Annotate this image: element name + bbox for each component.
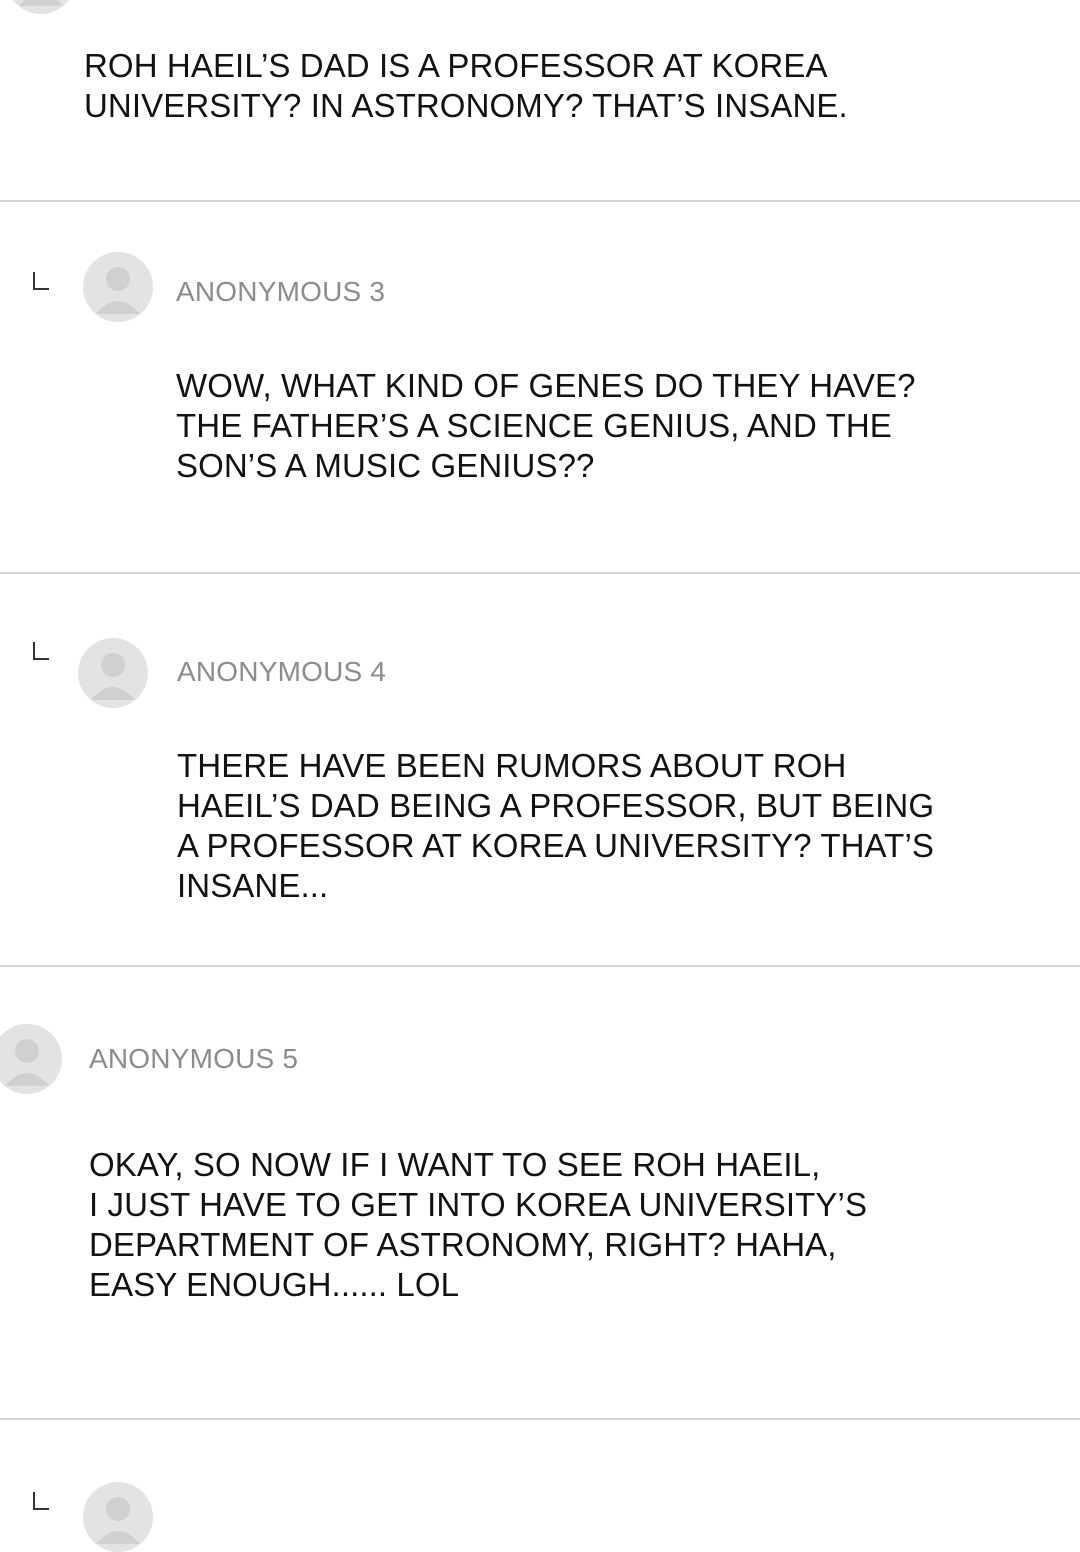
avatar [6, 0, 76, 14]
divider [0, 200, 1080, 202]
user-silhouette-icon [19, 0, 63, 6]
comment-author: ANONYMOUS 5 [89, 1043, 299, 1074]
comment-line: THE FATHER’S A SCIENCE GENIUS, AND THE [176, 407, 892, 444]
avatar [83, 252, 153, 322]
comment-author: ANONYMOUS 4 [177, 656, 387, 687]
comment-line: EASY ENOUGH...... LOL [89, 1266, 460, 1303]
comment-line: UNIVERSITY? IN ASTRONOMY? THAT’S INSANE. [84, 87, 848, 124]
comment-body: THERE HAVE BEEN RUMORS ABOUT ROH HAEIL’S… [177, 746, 934, 906]
comment-line: I JUST HAVE TO GET INTO KOREA UNIVERSITY… [89, 1186, 868, 1223]
comment-line: INSANE... [177, 867, 329, 904]
user-silhouette-icon [5, 1039, 49, 1086]
divider [0, 965, 1080, 967]
comment-line: HAEIL’S DAD BEING A PROFESSOR, BUT BEING [177, 787, 935, 824]
comment-body: ROH HAEIL’S DAD IS A PROFESSOR AT KOREA … [84, 46, 848, 126]
divider [0, 1418, 1080, 1420]
comment-body: OKAY, SO NOW IF I WANT TO SEE ROH HAEIL,… [89, 1145, 867, 1305]
reply-arrow-icon [33, 642, 49, 660]
comment-line: A PROFESSOR AT KOREA UNIVERSITY? THAT’S [177, 827, 934, 864]
comment-line: THERE HAVE BEEN RUMORS ABOUT ROH [177, 747, 847, 784]
reply-arrow-icon [33, 272, 49, 290]
comment-feed: ROH HAEIL’S DAD IS A PROFESSOR AT KOREA … [0, 0, 1080, 1552]
avatar [78, 638, 148, 708]
comment-body: WOW, WHAT KIND OF GENES DO THEY HAVE? TH… [176, 366, 916, 486]
comment-line: OKAY, SO NOW IF I WANT TO SEE ROH HAEIL, [89, 1146, 821, 1183]
comment-line: DEPARTMENT OF ASTRONOMY, RIGHT? HAHA, [89, 1226, 837, 1263]
reply-arrow-icon [33, 1492, 49, 1510]
comment-line: ROH HAEIL’S DAD IS A PROFESSOR AT KOREA [84, 47, 828, 84]
user-silhouette-icon [91, 653, 135, 700]
avatar [0, 1024, 62, 1094]
divider [0, 572, 1080, 574]
user-silhouette-icon [96, 267, 140, 314]
avatar [83, 1482, 153, 1552]
comment-author: ANONYMOUS 3 [176, 276, 386, 307]
comment-line: SON’S A MUSIC GENIUS?? [176, 447, 595, 484]
comment-line: WOW, WHAT KIND OF GENES DO THEY HAVE? [176, 367, 916, 404]
user-silhouette-icon [96, 1497, 140, 1544]
